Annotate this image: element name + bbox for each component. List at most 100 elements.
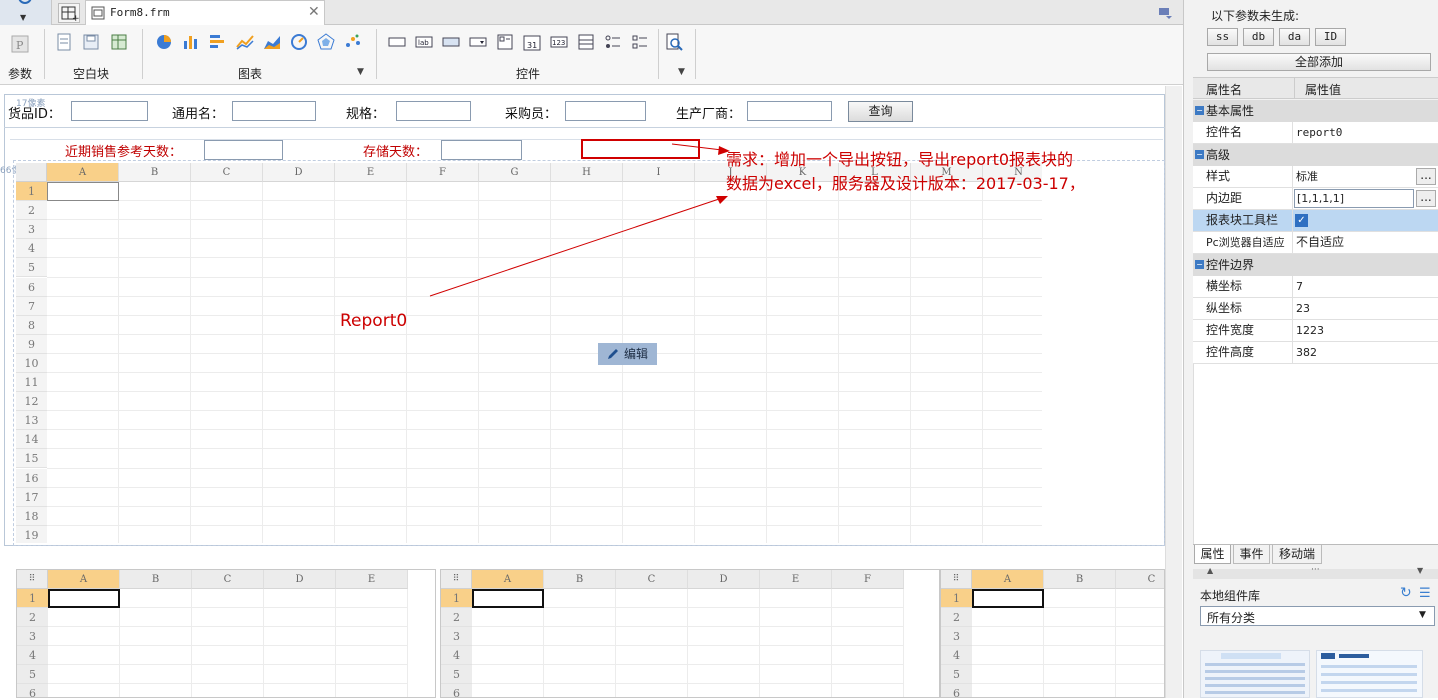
- list-menu-icon[interactable]: ☰: [1419, 586, 1431, 601]
- row-header[interactable]: 5: [17, 665, 48, 684]
- radio-list-icon[interactable]: [604, 33, 622, 51]
- category-select[interactable]: 所有分类 ▼: [1200, 606, 1435, 626]
- checkbox-list-icon[interactable]: [631, 33, 649, 51]
- row-header[interactable]: 2: [941, 608, 972, 627]
- row-header[interactable]: 5: [441, 665, 472, 684]
- param-button-id[interactable]: ID: [1315, 28, 1346, 46]
- buyer-input[interactable]: [565, 101, 646, 121]
- blank-document-icon[interactable]: [55, 33, 73, 51]
- row-header[interactable]: 2: [17, 608, 48, 627]
- category-basic[interactable]: − 基本属性: [1193, 100, 1438, 122]
- chevron-down-icon[interactable]: ▼: [357, 67, 364, 77]
- column-header[interactable]: A: [47, 163, 119, 182]
- column-header[interactable]: G: [479, 163, 551, 182]
- query-button[interactable]: 查询: [848, 101, 913, 122]
- button-widget-icon[interactable]: [442, 33, 460, 51]
- row-header[interactable]: 2: [16, 201, 47, 221]
- row-header[interactable]: 3: [941, 627, 972, 646]
- tab-form8[interactable]: Form8.frm ✕: [85, 0, 325, 25]
- chevron-down-icon[interactable]: ▼: [678, 67, 685, 77]
- template-thumbnail-2[interactable]: [1316, 650, 1423, 698]
- row-header[interactable]: 6: [441, 684, 472, 697]
- area-chart-icon[interactable]: [263, 33, 281, 51]
- column-header[interactable]: B: [1044, 570, 1116, 589]
- row-header[interactable]: 14: [16, 430, 47, 450]
- storage-days-input[interactable]: [441, 140, 522, 160]
- radar-chart-icon[interactable]: [317, 33, 335, 51]
- report0-grid[interactable]: A B C D E F G H I J K L M N 1 2 3 4 5 6 7 8 9 10 11 12 13 14 15 16 17 1…: [16, 163, 1042, 543]
- tab-events[interactable]: 事件: [1233, 545, 1270, 564]
- row-header[interactable]: 1: [441, 589, 472, 608]
- category-advanced[interactable]: − 高级: [1193, 144, 1438, 166]
- row-header[interactable]: 3: [16, 220, 47, 240]
- horizontal-bar-icon[interactable]: [208, 33, 226, 51]
- tree-widget-icon[interactable]: [577, 33, 595, 51]
- row-header[interactable]: 19: [16, 525, 47, 543]
- manufacturer-input[interactable]: [747, 101, 832, 121]
- app-menu-button[interactable]: ▼: [0, 0, 52, 25]
- checkbox-group-icon[interactable]: [496, 33, 514, 51]
- column-header[interactable]: F: [407, 163, 479, 182]
- common-name-input[interactable]: [232, 101, 316, 121]
- row-header[interactable]: 1: [17, 589, 48, 608]
- toolbar-checkbox[interactable]: ✓: [1295, 214, 1308, 227]
- column-header[interactable]: I: [623, 163, 695, 182]
- row-header[interactable]: 6: [941, 684, 972, 697]
- column-header[interactable]: C: [192, 570, 264, 589]
- table-block-icon[interactable]: [110, 33, 128, 51]
- column-header[interactable]: A: [972, 570, 1044, 589]
- selected-cell[interactable]: [972, 589, 1044, 608]
- save-block-icon[interactable]: [82, 33, 100, 51]
- row-header[interactable]: 10: [16, 353, 47, 373]
- param-button-da[interactable]: da: [1279, 28, 1310, 46]
- row-header[interactable]: 2: [441, 608, 472, 627]
- column-header[interactable]: A: [48, 570, 120, 589]
- row-header[interactable]: 6: [17, 684, 48, 697]
- row-header[interactable]: 6: [16, 277, 47, 297]
- row-header[interactable]: 17: [16, 487, 47, 507]
- row-header[interactable]: 15: [16, 449, 47, 469]
- parameter-icon[interactable]: P: [11, 35, 29, 53]
- column-header[interactable]: D: [688, 570, 760, 589]
- row-header[interactable]: 5: [941, 665, 972, 684]
- gauge-icon[interactable]: [290, 33, 308, 51]
- row-header[interactable]: 4: [17, 646, 48, 665]
- grid-corner[interactable]: [16, 163, 47, 182]
- goods-id-input[interactable]: [71, 101, 148, 121]
- template-thumbnail-1[interactable]: [1200, 650, 1310, 698]
- collapse-icon[interactable]: −: [1195, 260, 1204, 269]
- row-header[interactable]: 3: [441, 627, 472, 646]
- column-header[interactable]: H: [551, 163, 623, 182]
- recent-sales-days-input[interactable]: [204, 140, 283, 160]
- number-widget-icon[interactable]: 123: [550, 33, 568, 51]
- collapse-icon[interactable]: −: [1195, 150, 1204, 159]
- refresh-icon[interactable]: ↻: [1400, 585, 1412, 601]
- line-chart-icon[interactable]: [236, 33, 254, 51]
- spec-input[interactable]: [396, 101, 471, 121]
- row-header[interactable]: 1: [16, 182, 47, 202]
- column-header[interactable]: E: [760, 570, 832, 589]
- row-header[interactable]: 5: [16, 258, 47, 278]
- tab-mobile[interactable]: 移动端: [1272, 545, 1322, 564]
- chevron-down-icon[interactable]: ▼: [1417, 566, 1423, 575]
- collapse-icon[interactable]: −: [1195, 106, 1204, 115]
- param-button-ss[interactable]: ss: [1207, 28, 1238, 46]
- mini-grid-3[interactable]: ⠿ A B C 1 2 3 4 5 6: [940, 569, 1165, 698]
- row-header[interactable]: 13: [16, 411, 47, 431]
- add-all-button[interactable]: 全部添加: [1207, 53, 1431, 71]
- bar-chart-icon[interactable]: [182, 33, 200, 51]
- row-header[interactable]: 1: [941, 589, 972, 608]
- selected-cell[interactable]: [48, 589, 120, 608]
- column-header[interactable]: B: [544, 570, 616, 589]
- row-header[interactable]: 4: [16, 239, 47, 259]
- row-header[interactable]: 3: [17, 627, 48, 646]
- grid-corner[interactable]: ⠿: [441, 570, 472, 589]
- row-header[interactable]: 16: [16, 468, 47, 488]
- column-header[interactable]: E: [335, 163, 407, 182]
- window-options-icon[interactable]: [1157, 4, 1173, 20]
- edit-button[interactable]: 编辑: [598, 343, 657, 365]
- style-ellipsis-button[interactable]: ...: [1416, 168, 1436, 185]
- param-button-db[interactable]: db: [1243, 28, 1274, 46]
- grid-corner[interactable]: ⠿: [941, 570, 972, 589]
- column-header[interactable]: F: [832, 570, 904, 589]
